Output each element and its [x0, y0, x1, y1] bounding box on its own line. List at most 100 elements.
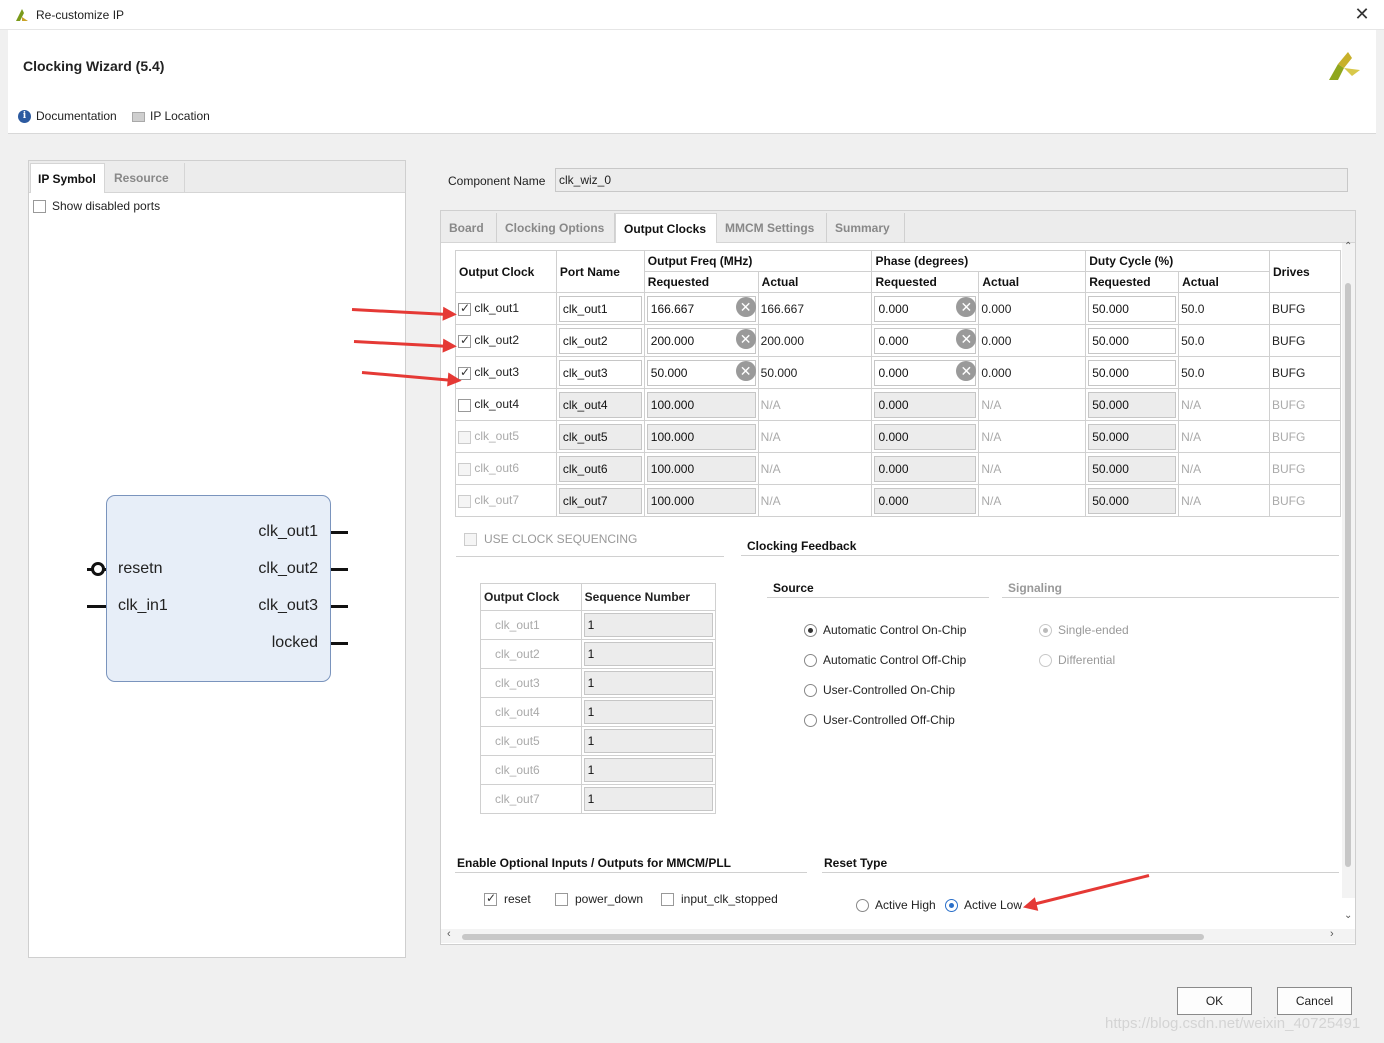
reset-option[interactable]: reset: [484, 891, 531, 906]
source-user-on-chip[interactable]: User-Controlled On-Chip: [804, 683, 955, 698]
clk-in1-pin: [87, 605, 106, 608]
clk-out4-checkbox[interactable]: [458, 398, 471, 412]
pin-label-clk-out1: clk_out1: [258, 523, 318, 540]
header-duty-requested: Requested: [1085, 271, 1180, 293]
clock-name: clk_out6: [474, 461, 520, 476]
scroll-down-icon[interactable]: ⌄: [1344, 910, 1352, 921]
reset-checkbox[interactable]: [484, 891, 497, 906]
port-name-input[interactable]: clk_out1: [558, 295, 642, 322]
duty-actual: 50.0: [1178, 292, 1270, 325]
phase-requested-input: 0.000: [874, 423, 977, 450]
resetn-inversion-bubble: [91, 562, 105, 576]
tab-board[interactable]: Board: [441, 213, 497, 243]
option-label: Single-ended: [1058, 623, 1129, 637]
clk-out3-pin: [331, 605, 348, 608]
tab-mmcm-settings[interactable]: MMCM Settings: [717, 213, 827, 243]
reset-label: reset: [504, 892, 531, 906]
radio-auto-on-chip[interactable]: [804, 624, 817, 638]
output-clock-cell: clk_out3: [455, 356, 557, 389]
clock-name: clk_out4: [474, 397, 520, 412]
table-row: clk_out4 1: [480, 697, 717, 727]
table-row: clk_out5 1: [480, 726, 717, 756]
header-drives: Drives: [1269, 250, 1341, 293]
duty-requested-input[interactable]: 50.000: [1088, 327, 1177, 354]
duty-requested-input[interactable]: 50.000: [1088, 359, 1177, 386]
scroll-left-icon[interactable]: ‹: [447, 928, 451, 940]
config-tabs-box: Board Clocking Options Output Clocks MMC…: [440, 210, 1356, 945]
show-disabled-ports-checkbox[interactable]: [33, 199, 46, 213]
sequencing-divider: [456, 556, 724, 557]
port-name-input: clk_out5: [558, 423, 642, 450]
output-clock-cell: clk_out7: [455, 484, 557, 517]
close-icon[interactable]: ✕: [1352, 4, 1372, 24]
freq-requested-input: 100.000: [646, 391, 756, 418]
vertical-scroll-thumb[interactable]: [1345, 283, 1351, 867]
port-name-input[interactable]: clk_out2: [558, 327, 642, 354]
left-tabs: IP Symbol Resource: [29, 161, 405, 193]
clear-icon[interactable]: ✕: [735, 329, 756, 349]
tab-clocking-options[interactable]: Clocking Options: [497, 213, 615, 243]
input-clk-stopped-option[interactable]: input_clk_stopped: [661, 892, 778, 906]
show-disabled-ports[interactable]: Show disabled ports: [33, 199, 160, 213]
seq-clock: clk_out5: [480, 726, 582, 756]
tab-resource[interactable]: Resource: [107, 163, 185, 193]
ok-button[interactable]: OK: [1177, 987, 1252, 1015]
drives: BUFG: [1269, 388, 1341, 421]
watermark: https://blog.csdn.net/weixin_40725491: [1105, 1015, 1361, 1032]
radio-user-on-chip[interactable]: [804, 684, 817, 698]
clk-out7-checkbox: [458, 494, 471, 508]
header-port-name: Port Name: [555, 250, 645, 293]
power-down-option[interactable]: power_down: [555, 892, 643, 906]
port-name-input[interactable]: clk_out3: [558, 359, 642, 386]
clear-icon[interactable]: ✕: [735, 361, 756, 381]
scroll-right-icon[interactable]: ›: [1330, 928, 1334, 940]
freq-actual: 50.000: [757, 356, 873, 389]
header-phase-requested: Requested: [871, 271, 980, 293]
input-clk-stopped-checkbox[interactable]: [661, 892, 674, 906]
radio-active-low[interactable]: [945, 899, 958, 913]
duty-actual: N/A: [1178, 484, 1270, 517]
source-auto-on-chip[interactable]: Automatic Control On-Chip: [804, 623, 966, 638]
table-row: clk_out6 1: [480, 755, 717, 785]
reset-active-high[interactable]: Active High: [856, 898, 936, 913]
header-duty-cycle: Duty Cycle (%): [1085, 250, 1270, 272]
freq-requested-input: 100.000: [646, 455, 756, 482]
clk-out2-checkbox[interactable]: [458, 333, 471, 348]
show-disabled-ports-label: Show disabled ports: [52, 199, 161, 213]
source-user-off-chip[interactable]: User-Controlled Off-Chip: [804, 713, 955, 728]
radio-auto-off-chip[interactable]: [804, 654, 817, 668]
phase-actual: 0.000: [978, 292, 1087, 325]
tab-summary[interactable]: Summary: [827, 213, 905, 243]
power-down-checkbox[interactable]: [555, 892, 568, 906]
documentation-link[interactable]: i Documentation: [18, 109, 117, 123]
tab-output-clocks[interactable]: Output Clocks: [615, 213, 717, 243]
freq-actual: 200.000: [757, 324, 873, 357]
table-row: clk_out4 clk_out4 100.000 N/A 0.000 N/A …: [455, 388, 1341, 421]
ip-location-link[interactable]: IP Location: [132, 109, 210, 123]
component-name-input[interactable]: clk_wiz_0: [555, 168, 1348, 192]
clear-icon[interactable]: ✕: [735, 297, 756, 317]
horizontal-scroll-thumb[interactable]: [462, 934, 1204, 940]
pin-label-clk-in1: clk_in1: [118, 597, 168, 614]
cancel-button[interactable]: Cancel: [1277, 987, 1352, 1015]
table-row: clk_out1 1: [480, 610, 717, 640]
clock-name: clk_out7: [474, 493, 520, 508]
table-row: clk_out5 clk_out5 100.000 N/A 0.000 N/A …: [455, 420, 1341, 453]
scroll-up-icon[interactable]: ⌃: [1344, 241, 1352, 252]
duty-requested-input[interactable]: 50.000: [1088, 295, 1177, 322]
source-auto-off-chip[interactable]: Automatic Control Off-Chip: [804, 653, 966, 668]
radio-user-off-chip[interactable]: [804, 714, 817, 728]
option-label: Active High: [875, 898, 936, 912]
clock-name: clk_out5: [474, 429, 520, 444]
clk-out1-checkbox[interactable]: [458, 301, 471, 316]
phase-actual: 0.000: [978, 324, 1087, 357]
table-row: clk_out3 1: [480, 668, 717, 698]
config-tabs: Board Clocking Options Output Clocks MMC…: [441, 211, 1355, 243]
tab-ip-symbol[interactable]: IP Symbol: [30, 163, 105, 193]
radio-active-high[interactable]: [856, 899, 869, 913]
reset-active-low[interactable]: Active Low: [945, 898, 1022, 913]
header-freq-requested: Requested: [643, 271, 759, 293]
signaling-label: Signaling: [1008, 581, 1062, 595]
reset-type-title: Reset Type: [824, 856, 888, 870]
reset-type-divider: [822, 872, 1339, 873]
